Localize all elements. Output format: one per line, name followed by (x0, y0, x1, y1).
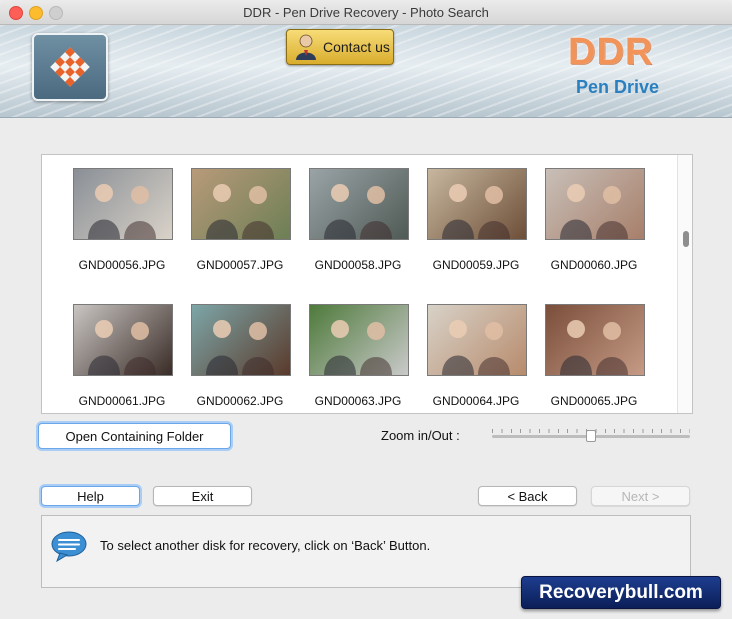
photo-filename: GND00065.JPG (550, 394, 638, 408)
contact-us-button[interactable]: Contact us (286, 29, 394, 65)
zoom-slider[interactable] (492, 429, 690, 442)
photo-thumbnail[interactable] (545, 168, 645, 240)
gallery-scrollbar[interactable] (677, 155, 692, 413)
scrollbar-thumb[interactable] (683, 231, 689, 247)
photo-filename: GND00063.JPG (314, 394, 402, 408)
people-photo-icon (324, 320, 392, 375)
brand-pen-drive: Pen Drive (576, 77, 660, 97)
app-logo (32, 33, 108, 101)
people-photo-icon (442, 320, 510, 375)
photo-filename: GND00064.JPG (432, 394, 520, 408)
photo-filename: GND00060.JPG (550, 258, 638, 272)
person-icon (296, 34, 316, 60)
header-banner: Contact us DDR Pen Drive (0, 25, 732, 118)
photo-filename: GND00058.JPG (314, 258, 402, 272)
title-bar: DDR - Pen Drive Recovery - Photo Search (0, 0, 732, 25)
recoverybull-watermark: Recoverybull.com (521, 576, 721, 609)
photo-thumbnail[interactable] (427, 304, 527, 376)
people-photo-icon (206, 320, 274, 375)
zoom-label: Zoom in/Out : (381, 428, 460, 443)
people-photo-icon (206, 184, 274, 239)
next-button[interactable]: Next > (591, 486, 690, 506)
info-message: To select another disk for recovery, cli… (100, 538, 431, 553)
photo-filename: GND00061.JPG (78, 394, 166, 408)
people-photo-icon (442, 184, 510, 239)
photo-thumbnail[interactable] (191, 168, 291, 240)
checker-star-icon (50, 47, 90, 87)
photo-thumbnail[interactable] (309, 304, 409, 376)
open-containing-folder-button[interactable]: Open Containing Folder (38, 423, 231, 449)
brand-ddr: DDR (568, 31, 654, 73)
contact-us-label: Contact us (323, 39, 390, 55)
app-window: DDR - Pen Drive Recovery - Photo Search (0, 0, 732, 619)
people-photo-icon (560, 184, 628, 239)
help-button[interactable]: Help (41, 486, 140, 506)
people-photo-icon (88, 320, 156, 375)
people-photo-icon (324, 184, 392, 239)
photo-thumbnail[interactable] (309, 168, 409, 240)
exit-button[interactable]: Exit (153, 486, 252, 506)
speech-bubble-icon (51, 531, 87, 562)
window-title: DDR - Pen Drive Recovery - Photo Search (243, 5, 489, 20)
photo-filename: GND00059.JPG (432, 258, 520, 272)
zoom-slider-knob[interactable] (586, 430, 596, 442)
photo-thumbnail[interactable] (73, 168, 173, 240)
photo-filename: GND00056.JPG (78, 258, 166, 272)
photo-thumbnail[interactable] (191, 304, 291, 376)
people-photo-icon (88, 184, 156, 239)
people-photo-icon (560, 320, 628, 375)
photo-filename: GND00062.JPG (196, 394, 284, 408)
photo-thumbnail[interactable] (73, 304, 173, 376)
photo-thumbnail[interactable] (427, 168, 527, 240)
photo-filename: GND00057.JPG (196, 258, 284, 272)
photo-thumbnail[interactable] (545, 304, 645, 376)
back-button[interactable]: < Back (478, 486, 577, 506)
photo-gallery: GND00056.JPG GND00057.JPG GND00058.JPG GND0… (41, 154, 693, 414)
